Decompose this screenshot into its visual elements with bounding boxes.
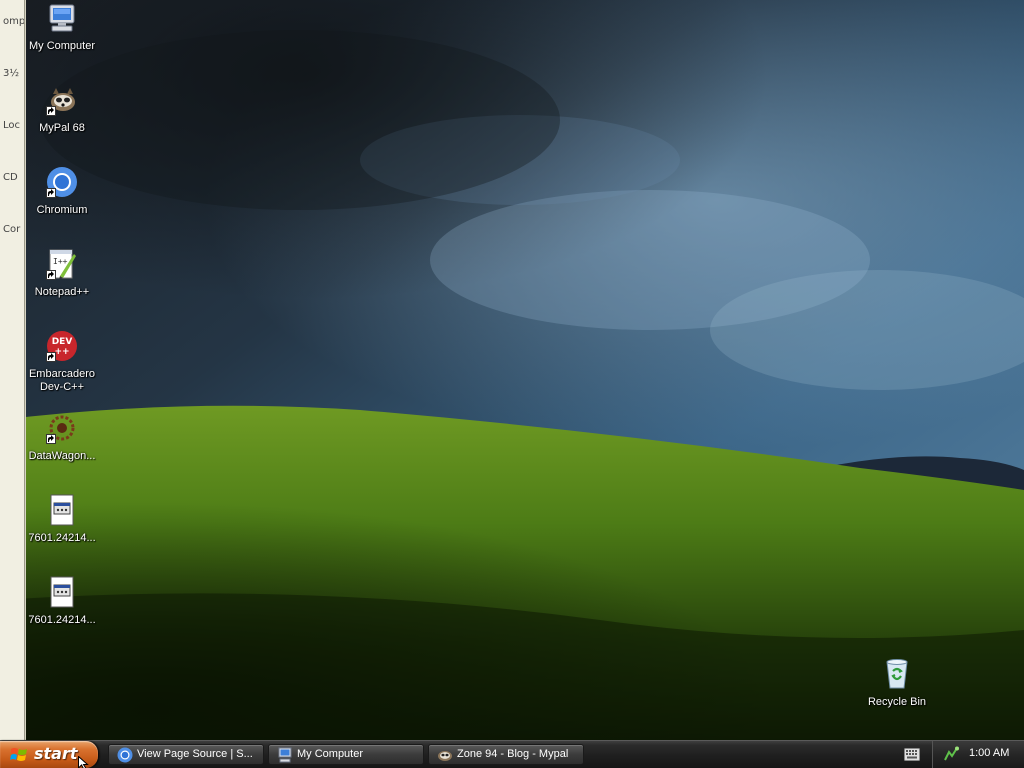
desktop-icon-document-2[interactable]: 7601.24214... bbox=[17, 576, 107, 627]
sidebar-text-1: 3½ bbox=[3, 68, 20, 79]
desktop-icon-label: Notepad++ bbox=[34, 286, 90, 298]
taskbar[interactable]: start View Page Source | S... My Compute… bbox=[0, 740, 1024, 768]
shortcut-arrow-icon bbox=[46, 352, 56, 362]
desktop-icon-document-1[interactable]: 7601.24214... bbox=[17, 494, 107, 545]
desktop-icon-label: Chromium bbox=[36, 204, 88, 216]
desktop-icon-label: MyPal 68 bbox=[39, 122, 85, 134]
my-computer-icon bbox=[46, 2, 78, 34]
system-clock[interactable]: 1:00 AM bbox=[969, 747, 1009, 759]
keyboard-layout-icon[interactable] bbox=[904, 748, 920, 761]
desktop[interactable]: omp 3½ Loc CD Cor My Computer MyPal 68 C… bbox=[0, 0, 1024, 768]
taskbar-button-label: My Computer bbox=[297, 748, 364, 760]
desktop-icon-label: 7601.24214... bbox=[28, 532, 96, 544]
desktop-icon-chromium[interactable]: Chromium bbox=[17, 166, 107, 217]
desktop-icon-dev-cpp[interactable]: DEV ++ Embarcadero Dev-C++ bbox=[17, 330, 107, 394]
chromium-icon bbox=[117, 747, 133, 763]
desktop-icon-my-computer[interactable]: My Computer bbox=[17, 2, 107, 53]
mypal-icon bbox=[438, 751, 452, 761]
recycle-bin-icon bbox=[881, 658, 913, 690]
system-tray[interactable]: 1:00 AM bbox=[932, 741, 1024, 768]
desktop-icon-datawagon[interactable]: DataWagon... bbox=[17, 412, 107, 463]
shortcut-arrow-icon bbox=[46, 434, 56, 444]
svg-text:DEV: DEV bbox=[52, 337, 73, 347]
sidebar-text-3: CD bbox=[3, 172, 18, 183]
datawagon-icon bbox=[46, 412, 78, 444]
taskbar-button-view-page-source[interactable]: View Page Source | S... bbox=[108, 744, 264, 765]
sidebar-text-4: Cor bbox=[3, 224, 21, 235]
desktop-icon-label: DataWagon... bbox=[28, 450, 96, 462]
taskbar-button-label: Zone 94 - Blog - Mypal bbox=[457, 748, 569, 760]
desktop-icon-label: Recycle Bin bbox=[867, 696, 927, 708]
shortcut-arrow-icon bbox=[46, 106, 56, 116]
desktop-icon-label: 7601.24214... bbox=[28, 614, 96, 626]
mypal-icon bbox=[46, 84, 78, 116]
document-icon bbox=[46, 494, 78, 526]
windows-flag-icon bbox=[10, 748, 27, 761]
svg-text:I++: I++ bbox=[53, 257, 68, 266]
taskbar-button-my-computer[interactable]: My Computer bbox=[268, 744, 424, 765]
svg-text:++: ++ bbox=[54, 347, 69, 357]
my-computer-icon bbox=[278, 747, 292, 763]
desktop-icon-label: Embarcadero Dev-C++ bbox=[28, 368, 96, 393]
mouse-cursor-icon bbox=[78, 756, 89, 768]
notepad-plus-plus-icon: I++ bbox=[46, 248, 78, 280]
desktop-icon-label: My Computer bbox=[28, 40, 96, 52]
desktop-icon-recycle-bin[interactable]: Recycle Bin bbox=[852, 658, 942, 709]
chromium-icon bbox=[46, 166, 78, 198]
taskbar-button-mypal-blog[interactable]: Zone 94 - Blog - Mypal bbox=[428, 744, 584, 765]
taskbar-button-label: View Page Source | S... bbox=[137, 748, 253, 760]
document-icon bbox=[46, 576, 78, 608]
shortcut-arrow-icon bbox=[46, 270, 56, 280]
network-status-icon[interactable] bbox=[943, 746, 959, 762]
dev-cpp-icon: DEV ++ bbox=[46, 330, 78, 362]
shortcut-arrow-icon bbox=[46, 188, 56, 198]
desktop-wallpaper bbox=[0, 0, 1024, 740]
start-label: start bbox=[34, 744, 78, 763]
desktop-icon-mypal[interactable]: MyPal 68 bbox=[17, 84, 107, 135]
desktop-icon-notepad-plus-plus[interactable]: I++ Notepad++ bbox=[17, 248, 107, 299]
